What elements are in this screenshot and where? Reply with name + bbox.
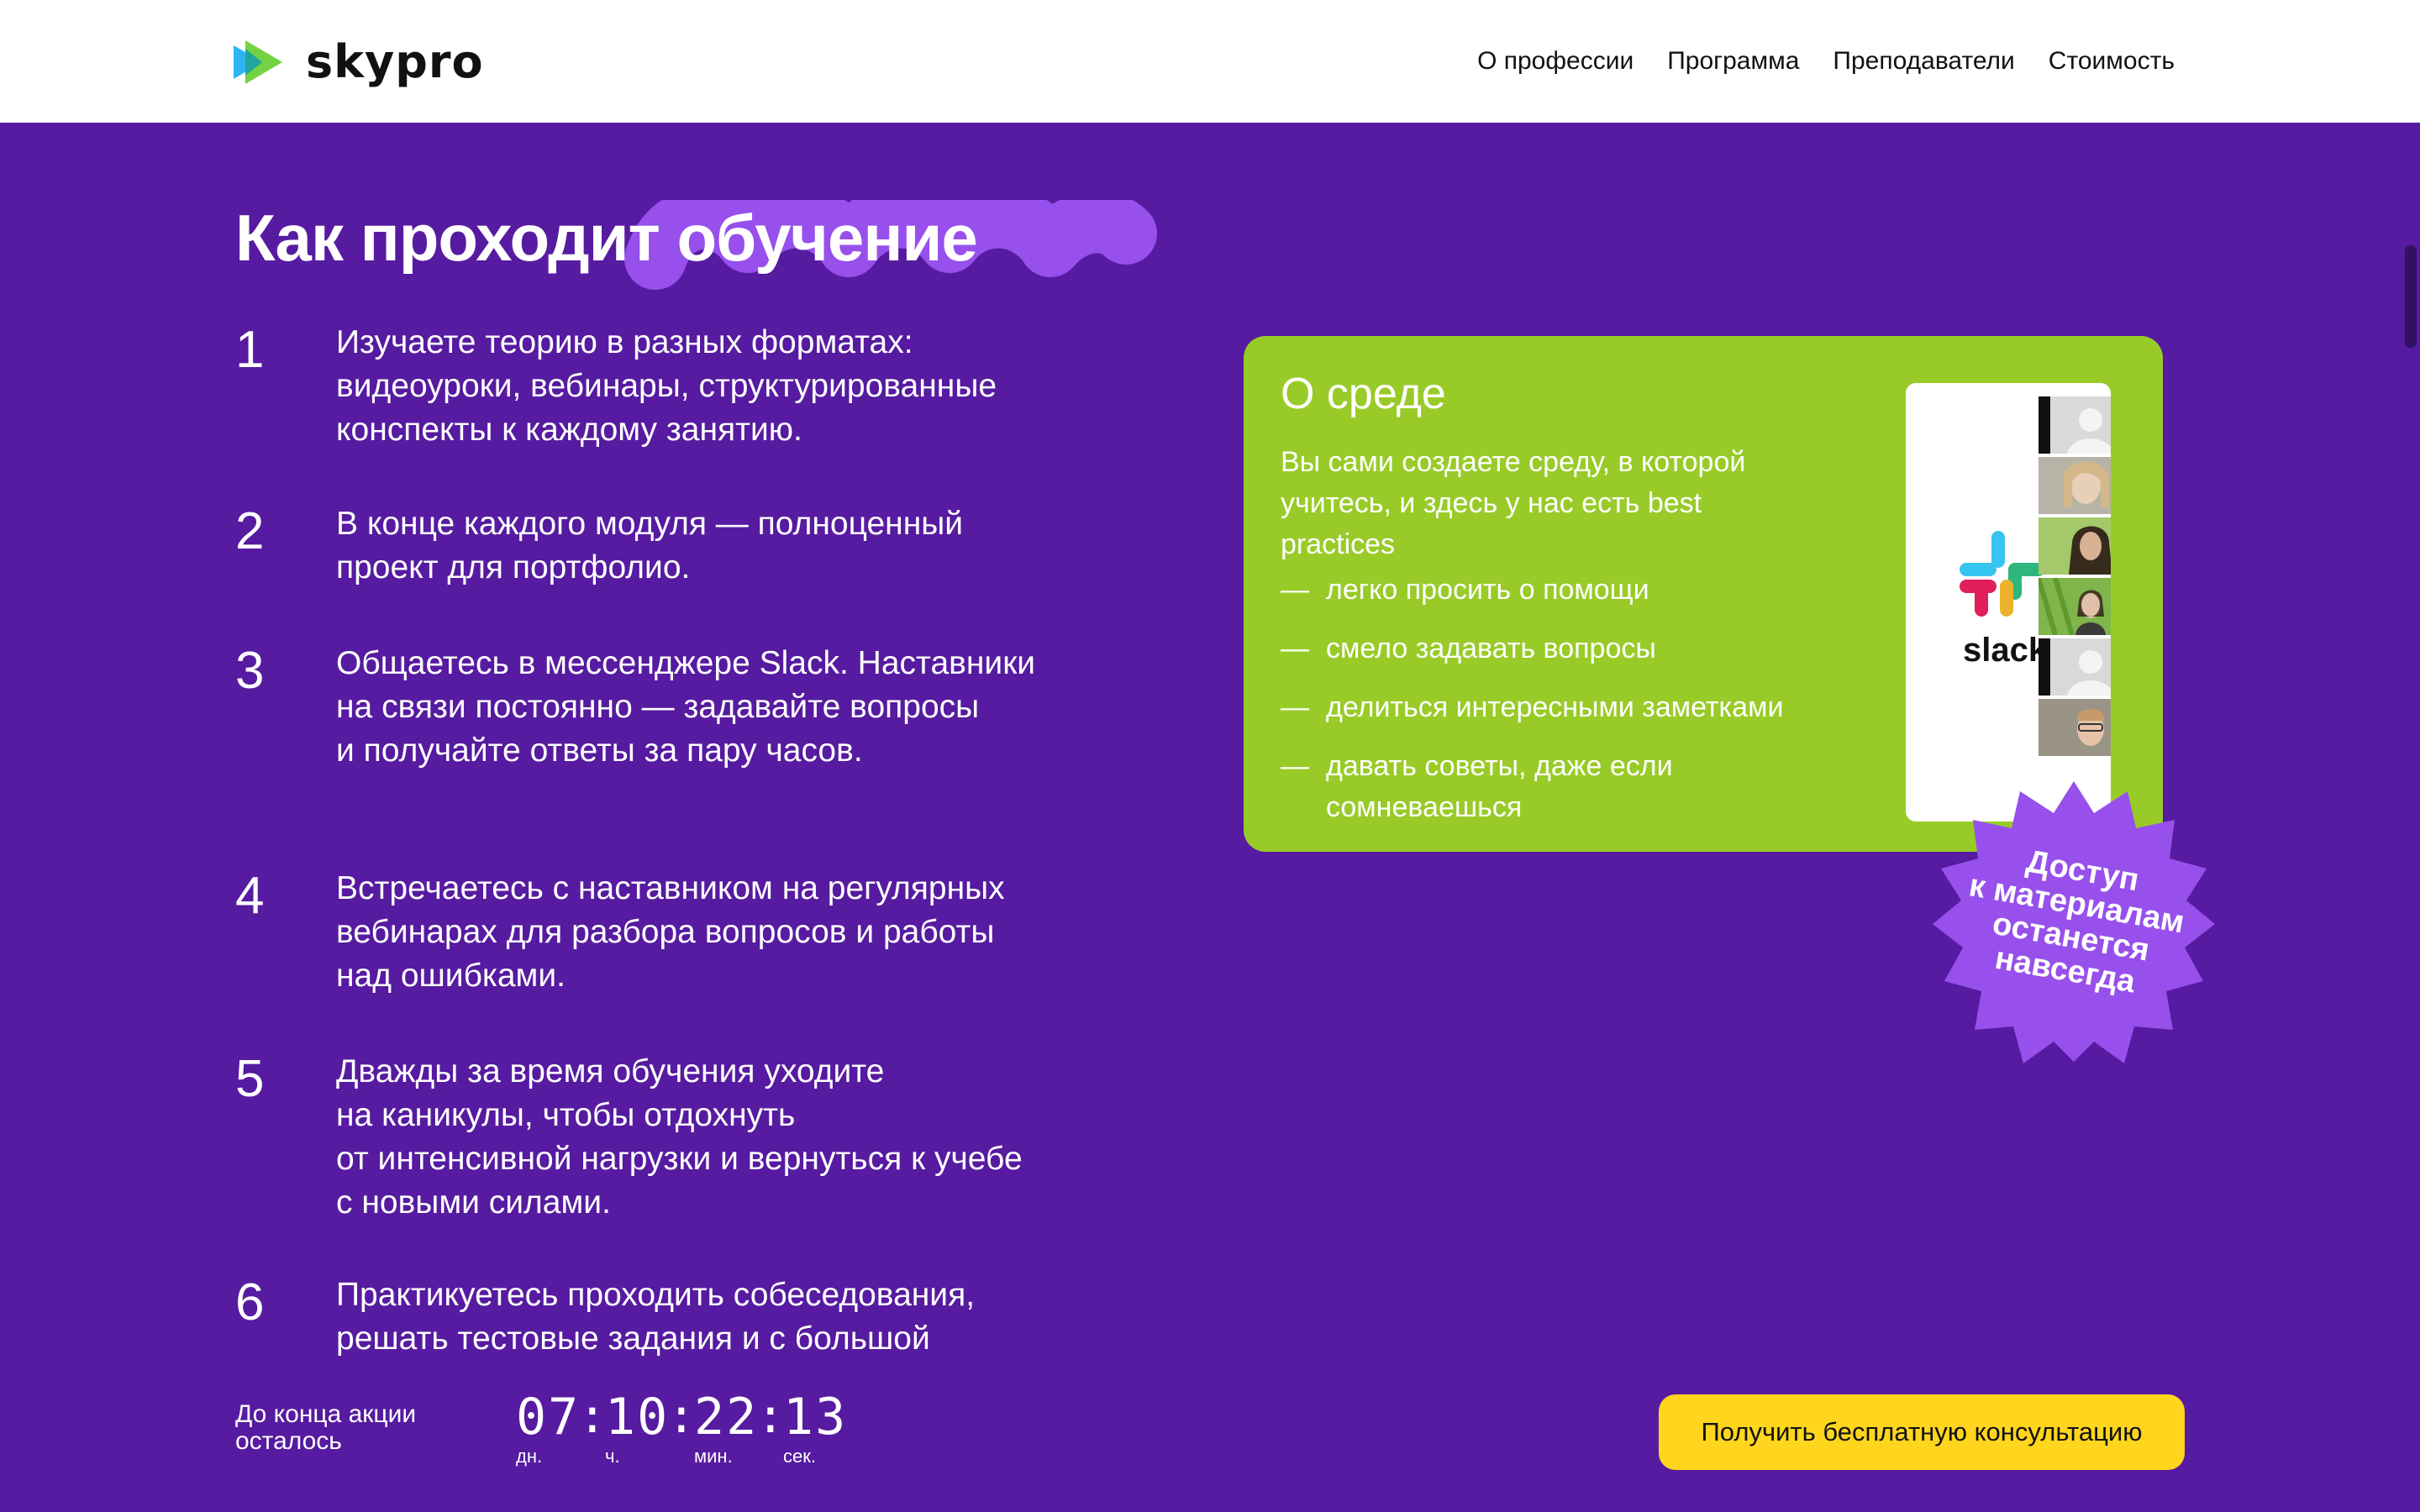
participant-video xyxy=(2039,699,2111,756)
step-text: Практикуетесь проходить собеседования, р… xyxy=(336,1277,976,1357)
countdown-seconds: 13 сек. xyxy=(783,1388,847,1467)
participant-avatar-placeholder xyxy=(2039,638,2111,696)
participant-video xyxy=(2039,457,2111,514)
lifetime-access-badge: Доступ к материалам останется навсегда xyxy=(1929,776,2218,1065)
countdown-separator: : xyxy=(578,1389,607,1444)
card-lead: Вы сами создаете среду, в которой учитес… xyxy=(1281,446,1746,560)
main-nav: О профессии Программа Преподаватели Стои… xyxy=(1477,42,2175,81)
section-title-wrap: Как проходит обучение xyxy=(235,192,1157,290)
step-number: 1 xyxy=(235,321,265,379)
slack-screenshot: slack xyxy=(1906,383,2111,822)
step-text: Встречаетесь с наставником на регулярных… xyxy=(336,870,1005,994)
countdown-separator: : xyxy=(667,1389,696,1444)
nav-about-profession[interactable]: О профессии xyxy=(1477,42,1634,81)
step-number: 3 xyxy=(235,642,265,700)
skypro-logo[interactable]: skypro xyxy=(234,35,484,89)
countdown-hours-label: ч. xyxy=(605,1446,620,1467)
countdown-hours-value: 10 xyxy=(605,1388,670,1446)
step-text: В конце каждого модуля — полноценный про… xyxy=(336,506,964,585)
dash: — xyxy=(1281,633,1309,664)
dash: — xyxy=(1281,574,1309,606)
countdown-label: До конца акции осталось xyxy=(235,1400,417,1455)
countdown-days: 07 дн. xyxy=(516,1388,580,1467)
nav-price[interactable]: Стоимость xyxy=(2049,42,2175,81)
nav-teachers[interactable]: Преподаватели xyxy=(1833,42,2014,81)
scrollbar-thumb[interactable] xyxy=(2405,245,2417,348)
dash: — xyxy=(1281,691,1309,723)
step-text: Дважды за время обучения уходите на кани… xyxy=(336,1053,1023,1221)
free-consultation-button[interactable]: Получить бесплатную консультацию xyxy=(1659,1394,2185,1470)
step-text: Общаетесь в мессенджере Slack. Наставник… xyxy=(336,645,1036,769)
step-number: 6 xyxy=(235,1273,265,1331)
step-number: 4 xyxy=(235,867,265,925)
logo-play-icon xyxy=(234,40,282,84)
badge-text: Доступ к материалам останется навсегда xyxy=(1966,843,2187,1000)
logo-text: skypro xyxy=(306,35,484,88)
countdown-minutes: 22 мин. xyxy=(694,1388,758,1467)
participant-avatar-placeholder xyxy=(2039,396,2111,454)
countdown-minutes-value: 22 xyxy=(694,1388,759,1446)
participant-video xyxy=(2039,578,2111,635)
countdown-days-value: 07 xyxy=(516,1388,581,1446)
countdown-hours: 10 ч. xyxy=(605,1388,669,1467)
countdown-seconds-label: сек. xyxy=(783,1446,816,1467)
card-list-text: легко просить о помощи xyxy=(1326,574,1649,606)
card-title: О среде xyxy=(1281,370,1446,418)
countdown-minutes-label: мин. xyxy=(694,1446,733,1467)
participant-video xyxy=(2039,517,2111,575)
countdown-seconds-value: 13 xyxy=(783,1388,848,1446)
countdown-separator: : xyxy=(756,1389,785,1444)
step-number: 2 xyxy=(235,502,265,560)
section-title: Как проходит обучение xyxy=(235,201,978,275)
dash: — xyxy=(1281,750,1309,782)
card-list-text: смело задавать вопросы xyxy=(1326,633,1656,664)
card-list-text: давать советы, даже если сомневаешься xyxy=(1326,750,1673,823)
nav-program[interactable]: Программа xyxy=(1667,42,1799,81)
card-list-text: делиться интересными заметками xyxy=(1326,691,1784,723)
step-text: Изучаете теорию в разных форматах: видео… xyxy=(336,324,997,448)
badge-text-wrap: Доступ к материалам останется навсегда xyxy=(1907,753,2242,1089)
slack-wordmark: slack xyxy=(1963,632,2048,669)
step-number: 5 xyxy=(235,1050,265,1108)
site-header: skypro О профессии Программа Преподавате… xyxy=(0,0,2420,123)
slack-icon xyxy=(1960,531,2045,617)
countdown-days-label: дн. xyxy=(516,1446,543,1467)
